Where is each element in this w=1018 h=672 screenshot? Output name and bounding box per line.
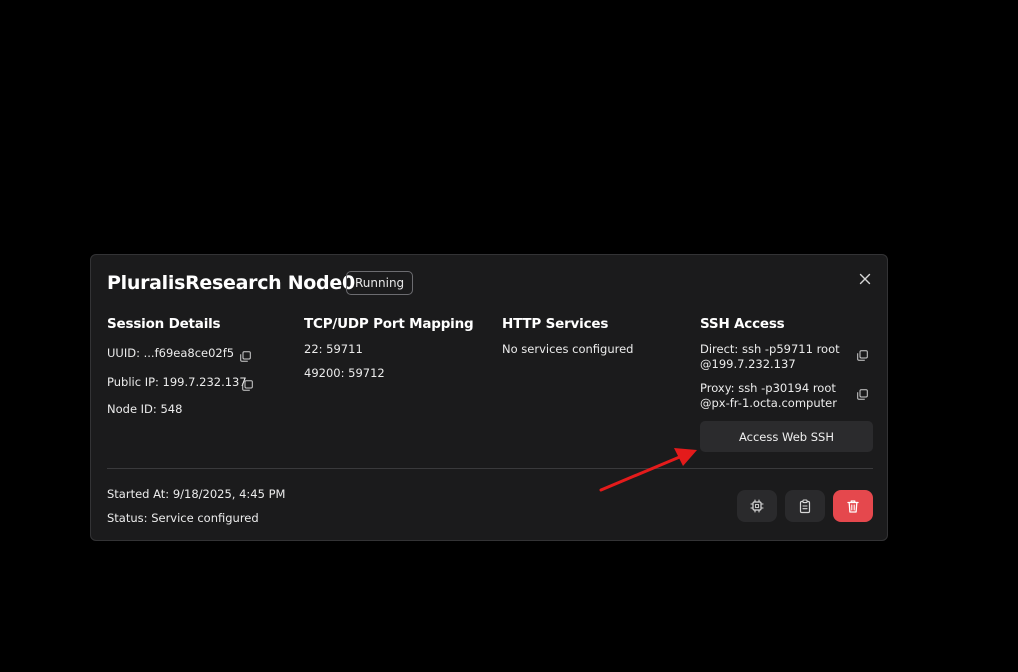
http-services-empty: No services configured <box>502 342 634 356</box>
port-mapping-section: TCP/UDP Port Mapping <box>304 316 474 332</box>
session-details-heading: Session Details <box>107 316 221 332</box>
node-id-row: Node ID: 548 <box>107 402 182 416</box>
ssh-proxy-label: Proxy: <box>700 381 735 395</box>
status-label: Status: <box>107 511 148 525</box>
uuid-label: UUID: <box>107 346 140 360</box>
delete-button[interactable] <box>833 490 873 522</box>
copy-ssh-direct-button[interactable] <box>857 346 868 361</box>
ssh-direct-label: Direct: <box>700 342 739 356</box>
hardware-info-button[interactable] <box>737 490 777 522</box>
card-title: PluralisResearch Node0 <box>107 272 355 294</box>
status-value: Service configured <box>151 511 259 525</box>
port-external: 59711 <box>326 342 363 356</box>
close-icon <box>859 273 871 285</box>
ssh-access-heading: SSH Access <box>700 316 785 332</box>
copy-icon <box>857 389 868 400</box>
copy-icon <box>240 351 251 362</box>
copy-uuid-button[interactable] <box>240 347 251 362</box>
ssh-access-section: SSH Access <box>700 316 785 332</box>
http-services-heading: HTTP Services <box>502 316 609 332</box>
public-ip-value: 199.7.232.137 <box>162 375 247 389</box>
port-internal: 22: <box>304 342 323 356</box>
copy-icon <box>857 350 868 361</box>
started-at-row: Started At: 9/18/2025, 4:45 PM <box>107 487 285 501</box>
logs-button[interactable] <box>785 490 825 522</box>
node-id-label: Node ID: <box>107 402 157 416</box>
port-mapping-row: 49200: 59712 <box>304 366 385 380</box>
ssh-direct-command: Direct: ssh -p59711 root@199.7.232.137 <box>700 342 846 372</box>
copy-ssh-proxy-button[interactable] <box>857 385 868 400</box>
chip-icon <box>750 499 764 513</box>
divider <box>107 468 873 469</box>
session-details-section: Session Details <box>107 316 221 332</box>
started-at-label: Started At: <box>107 487 170 501</box>
trash-icon <box>847 499 859 513</box>
port-external: 59712 <box>348 366 385 380</box>
public-ip-label: Public IP: <box>107 375 159 389</box>
close-button[interactable] <box>857 271 873 287</box>
clipboard-icon <box>799 498 811 513</box>
http-services-section: HTTP Services <box>502 316 608 332</box>
port-mapping-row: 22: 59711 <box>304 342 363 356</box>
ssh-proxy-command: Proxy: ssh -p30194 root@px-fr-1.octa.com… <box>700 381 846 411</box>
instance-card: PluralisResearch Node0 Running Session D… <box>90 254 888 541</box>
uuid-value: ...f69ea8ce02f5 <box>143 346 235 360</box>
port-mapping-heading: TCP/UDP Port Mapping <box>304 316 474 332</box>
public-ip-row: Public IP: 199.7.232.137 <box>107 375 247 389</box>
copy-icon <box>242 380 253 391</box>
started-at-value: 9/18/2025, 4:45 PM <box>172 487 286 501</box>
status-row: Status: Service configured <box>107 511 259 525</box>
access-web-ssh-button[interactable]: Access Web SSH <box>700 421 873 452</box>
node-id-value: 548 <box>160 402 183 416</box>
uuid-row: UUID: ...f69ea8ce02f5 <box>107 346 234 360</box>
status-badge: Running <box>346 271 414 295</box>
copy-ip-button[interactable] <box>242 376 253 391</box>
port-internal: 49200: <box>304 366 345 380</box>
